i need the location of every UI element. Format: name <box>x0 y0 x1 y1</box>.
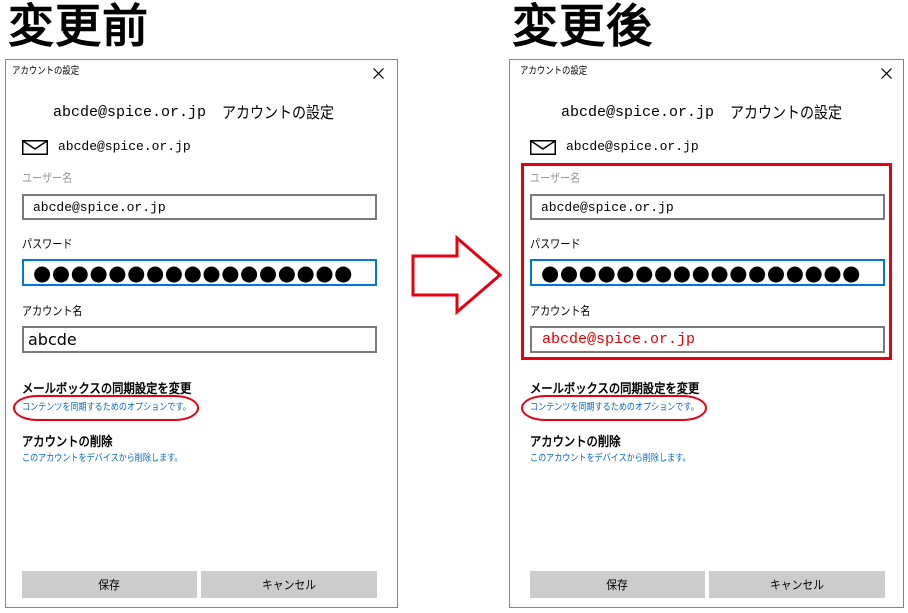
close-button[interactable] <box>367 62 389 84</box>
sync-settings-title: メールボックスの同期設定を変更 <box>22 382 192 397</box>
dialog-content: アカウントの設定 abcde@spice.or.jp アカウントの設定 abcd… <box>514 60 907 607</box>
save-button-label: 保存 <box>606 578 629 592</box>
close-icon <box>880 67 892 79</box>
sync-settings-link[interactable]: コンテンツを同期するためのオプションです。 <box>530 402 699 414</box>
close-icon <box>372 67 384 79</box>
sync-settings-section[interactable]: メールボックスの同期設定を変更 コンテンツを同期するためのオプションです。 <box>530 382 830 416</box>
sync-settings-link[interactable]: コンテンツを同期するためのオプションです。 <box>22 402 191 414</box>
username-label: ユーザー名 <box>530 171 581 185</box>
username-input[interactable] <box>22 194 377 220</box>
delete-account-title: アカウントの削除 <box>22 435 113 450</box>
right-arrow-icon <box>411 234 503 316</box>
account-settings-dialog: アカウントの設定 abcde@spice.or.jp アカウントの設定 abcd… <box>5 59 398 608</box>
panel-heading: 変更前 <box>8 0 149 53</box>
delete-account-link[interactable]: このアカウントをデバイスから削除します。 <box>22 453 182 465</box>
cancel-button-label: キャンセル <box>261 578 316 592</box>
window-title: アカウントの設定 <box>520 66 588 77</box>
account-email: abcde@spice.or.jp <box>58 139 191 154</box>
account-name-label: アカウント名 <box>22 304 83 318</box>
account-name-input[interactable] <box>22 326 377 353</box>
account-email: abcde@spice.or.jp <box>566 139 699 154</box>
close-button[interactable] <box>875 62 897 84</box>
window-title: アカウントの設定 <box>12 66 80 77</box>
mail-icon <box>530 140 556 155</box>
delete-account-title: アカウントの削除 <box>530 435 621 450</box>
header-title: アカウントの設定 <box>730 103 843 122</box>
panel-heading: 変更後 <box>512 0 653 53</box>
password-input[interactable] <box>530 259 885 286</box>
save-button-label: 保存 <box>98 578 121 592</box>
cancel-button[interactable]: キャンセル <box>201 571 377 598</box>
password-input[interactable] <box>22 259 377 286</box>
account-name-input[interactable] <box>530 326 885 353</box>
save-button[interactable]: 保存 <box>22 571 197 598</box>
sync-settings-section[interactable]: メールボックスの同期設定を変更 コンテンツを同期するためのオプションです。 <box>22 382 322 416</box>
account-settings-dialog: アカウントの設定 abcde@spice.or.jp アカウントの設定 abcd… <box>509 59 904 608</box>
save-button[interactable]: 保存 <box>530 571 705 598</box>
after-panel: 変更後 アカウントの設定 abcde@spice.or.jp アカウントの設定 … <box>504 0 908 613</box>
header-account: abcde@spice.or.jp <box>561 104 715 121</box>
header-title: アカウントの設定 <box>222 103 335 122</box>
sync-settings-title: メールボックスの同期設定を変更 <box>530 382 700 397</box>
delete-account-link[interactable]: このアカウントをデバイスから削除します。 <box>530 453 690 465</box>
password-label: パスワード <box>22 237 73 251</box>
delete-account-section[interactable]: アカウントの削除 このアカウントをデバイスから削除します。 <box>530 435 830 469</box>
username-input[interactable] <box>530 194 885 220</box>
header-account: abcde@spice.or.jp <box>53 104 207 121</box>
cancel-button-label: キャンセル <box>769 578 824 592</box>
mail-icon <box>22 140 48 155</box>
before-panel: 変更前 アカウントの設定 abcde@spice.or.jp アカウントの設定 … <box>0 0 404 613</box>
password-label: パスワード <box>530 237 581 251</box>
account-name-label: アカウント名 <box>530 304 591 318</box>
delete-account-section[interactable]: アカウントの削除 このアカウントをデバイスから削除します。 <box>22 435 322 469</box>
cancel-button[interactable]: キャンセル <box>709 571 885 598</box>
dialog-content: アカウントの設定 abcde@spice.or.jp アカウントの設定 abcd… <box>6 60 397 607</box>
username-label: ユーザー名 <box>22 171 73 185</box>
